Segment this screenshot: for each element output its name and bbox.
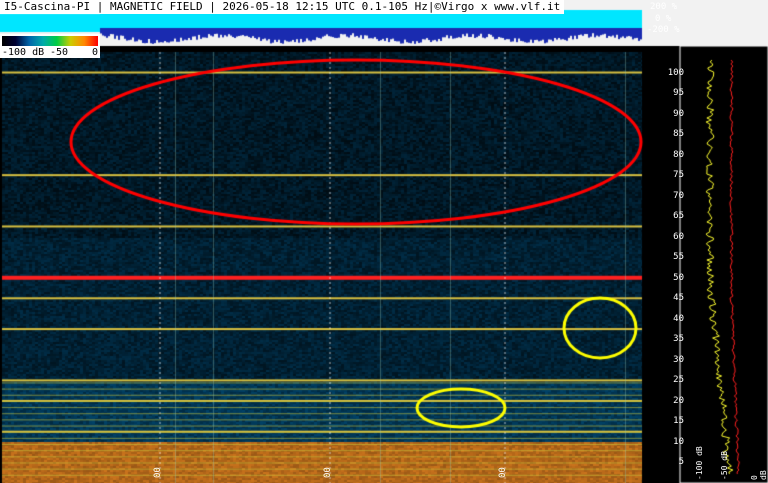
y-tick-label: 95 <box>673 88 684 98</box>
scale-label: 0 <box>92 47 98 58</box>
spectrum-tick-label: -50 dB <box>720 451 729 480</box>
x-tick-label: 00 <box>498 467 508 478</box>
y-tick-label: 25 <box>673 375 684 385</box>
y-tick-label: 5 <box>679 457 684 467</box>
spectrum-tick-label: 0 dB <box>750 462 768 480</box>
strip-label: 0 % <box>655 14 671 24</box>
y-tick-label: 55 <box>673 252 684 262</box>
spectrum-tick-label: -100 dB <box>695 446 704 480</box>
y-tick-label: 35 <box>673 334 684 344</box>
scale-label: -50 <box>50 47 68 58</box>
y-tick-label: 45 <box>673 293 684 303</box>
y-tick-label: 100 <box>668 68 684 78</box>
y-tick-label: 30 <box>673 355 684 365</box>
y-tick-label: 50 <box>673 273 684 283</box>
spectrogram-canvas <box>0 0 768 483</box>
y-tick-label: 65 <box>673 211 684 221</box>
y-tick-label: 85 <box>673 129 684 139</box>
y-tick-label: 80 <box>673 150 684 160</box>
strip-label: 200 % <box>650 2 677 12</box>
x-tick-label: 00 <box>323 467 333 478</box>
y-tick-label: 40 <box>673 314 684 324</box>
y-tick-label: 90 <box>673 109 684 119</box>
chart-title: I5-Cascina-PI | MAGNETIC FIELD | 2026-05… <box>0 0 564 14</box>
y-tick-label: 60 <box>673 232 684 242</box>
y-tick-label: 75 <box>673 170 684 180</box>
y-tick-label: 15 <box>673 416 684 426</box>
y-tick-label: 70 <box>673 191 684 201</box>
color-scale-bar <box>2 36 98 46</box>
y-tick-label: 10 <box>673 437 684 447</box>
strip-label: -200 % <box>647 25 680 35</box>
x-tick-label: 00 <box>153 467 163 478</box>
scale-label: -100 dB <box>2 47 44 58</box>
y-tick-label: 20 <box>673 396 684 406</box>
